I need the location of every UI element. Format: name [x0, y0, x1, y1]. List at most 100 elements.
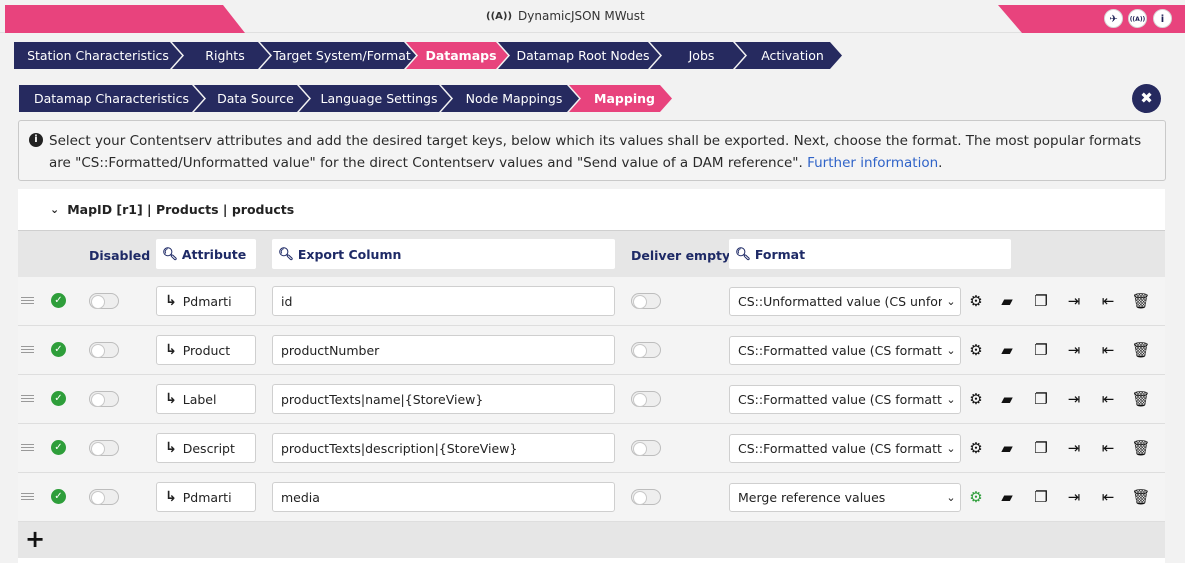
- format-select[interactable]: Merge reference values ⌄: [729, 483, 961, 512]
- attribute-field[interactable]: ↳ Descript: [156, 433, 256, 463]
- attribute-field[interactable]: ↳ Pdmarti: [156, 286, 256, 316]
- format-select[interactable]: CS::Formatted value (CS formatted) ⌄: [729, 385, 961, 414]
- export-icon[interactable]: ⇥: [1064, 439, 1084, 457]
- import-icon[interactable]: ⇤: [1098, 292, 1118, 310]
- further-information-link[interactable]: Further information: [807, 155, 938, 171]
- deliver-empty-toggle[interactable]: [631, 342, 661, 358]
- format-select[interactable]: CS::Unformatted value (CS unformatted) ⌄: [729, 287, 961, 316]
- format-select[interactable]: CS::Formatted value (CS formatted) ⌄: [729, 434, 961, 463]
- col-format[interactable]: 🔍︎ Format: [729, 239, 1011, 269]
- gear-icon[interactable]: ⚙: [966, 488, 986, 506]
- col-export-column[interactable]: 🔍︎ Export Column: [272, 239, 615, 269]
- trash-icon[interactable]: 🗑︎: [1131, 390, 1151, 408]
- gear-icon[interactable]: ⚙: [966, 292, 986, 310]
- note-icon[interactable]: ▰: [997, 341, 1017, 359]
- col-attribute[interactable]: 🔍︎ Attribute: [156, 239, 256, 269]
- export-icon[interactable]: ⇥: [1064, 390, 1084, 408]
- copy-icon[interactable]: ❐: [1031, 488, 1051, 506]
- gear-icon[interactable]: ⚙: [966, 341, 986, 359]
- copy-icon[interactable]: ❐: [1031, 292, 1051, 310]
- trash-icon[interactable]: 🗑︎: [1131, 488, 1151, 506]
- table-header: Disabled 🔍︎ Attribute 🔍︎ Export Column D…: [18, 231, 1165, 277]
- drag-handle-icon[interactable]: [21, 395, 34, 402]
- export-column-input[interactable]: media: [272, 482, 615, 512]
- deliver-empty-toggle[interactable]: [631, 293, 661, 309]
- tab-rights[interactable]: Rights: [172, 42, 270, 69]
- import-icon[interactable]: ⇤: [1098, 390, 1118, 408]
- table-row: ✓ ↳ Pdmarti media Merge reference values…: [18, 473, 1165, 522]
- subtab-datamap-characteristics[interactable]: Datamap Characteristics: [19, 85, 204, 112]
- tab-datamap-root-nodes[interactable]: Datamap Root Nodes: [498, 42, 660, 69]
- table-row: ✓ ↳ Label productTexts|name|{StoreView} …: [18, 375, 1165, 424]
- tab-activation[interactable]: Activation: [735, 42, 842, 69]
- subtab-language-settings[interactable]: Language Settings: [299, 85, 451, 112]
- deliver-empty-toggle[interactable]: [631, 440, 661, 456]
- drag-handle-icon[interactable]: [21, 297, 34, 304]
- mapid-header[interactable]: ⌄ MapID [r1] | Products | products: [50, 202, 294, 217]
- col-deliver-empty: Deliver empty: [631, 247, 731, 263]
- attribute-field[interactable]: ↳ Pdmarti: [156, 482, 256, 512]
- trash-icon[interactable]: 🗑︎: [1131, 341, 1151, 359]
- check-circle-icon: ✓: [51, 342, 66, 357]
- plane-icon[interactable]: ✈: [1104, 9, 1123, 28]
- attribute-value: Label: [182, 391, 217, 407]
- gear-icon[interactable]: ⚙: [966, 390, 986, 408]
- table-row: ✓ ↳ Product productNumber CS::Formatted …: [18, 326, 1165, 375]
- broadcast-icon[interactable]: ((A)): [1128, 9, 1147, 28]
- chevron-down-icon: ⌄: [946, 295, 956, 308]
- export-column-input[interactable]: productNumber: [272, 335, 615, 365]
- copy-icon[interactable]: ❐: [1031, 341, 1051, 359]
- drag-handle-icon[interactable]: [21, 346, 34, 353]
- subtab-node-mappings[interactable]: Node Mappings: [441, 85, 579, 112]
- main-tab-bar: Station Characteristics Rights Target Syst…: [14, 42, 832, 69]
- window-title-text: DynamicJSON MWust: [518, 9, 645, 23]
- gear-icon[interactable]: ⚙: [966, 439, 986, 457]
- export-column-input[interactable]: id: [272, 286, 615, 316]
- tab-station-characteristics[interactable]: Station Characteristics: [14, 42, 182, 69]
- disabled-toggle[interactable]: [89, 489, 119, 505]
- disabled-toggle[interactable]: [89, 391, 119, 407]
- disabled-toggle[interactable]: [89, 293, 119, 309]
- drag-handle-icon[interactable]: [21, 493, 34, 500]
- note-icon[interactable]: ▰: [997, 390, 1017, 408]
- table-row: ✓ ↳ Pdmarti id CS::Unformatted value (CS…: [18, 277, 1165, 326]
- info-icon[interactable]: i: [1153, 9, 1172, 28]
- export-icon[interactable]: ⇥: [1064, 341, 1084, 359]
- add-row-bar: +: [18, 522, 1165, 558]
- disabled-toggle[interactable]: [89, 440, 119, 456]
- import-icon[interactable]: ⇤: [1098, 439, 1118, 457]
- trash-icon[interactable]: 🗑︎: [1131, 292, 1151, 310]
- subtab-mapping[interactable]: Mapping: [569, 85, 672, 112]
- deliver-empty-toggle[interactable]: [631, 489, 661, 505]
- import-icon[interactable]: ⇤: [1098, 341, 1118, 359]
- trash-icon[interactable]: 🗑︎: [1131, 439, 1151, 457]
- import-icon[interactable]: ⇤: [1098, 488, 1118, 506]
- export-icon[interactable]: ⇥: [1064, 488, 1084, 506]
- arrow-turn-icon: ↳: [165, 489, 177, 505]
- copy-icon[interactable]: ❐: [1031, 390, 1051, 408]
- col-export-column-label: Export Column: [297, 246, 402, 262]
- tab-target-system-format[interactable]: Target System/Format: [260, 42, 416, 69]
- tab-datamaps[interactable]: Datamaps: [406, 42, 508, 69]
- format-select[interactable]: CS::Formatted value (CS formatted) ⌄: [729, 336, 961, 365]
- export-column-input[interactable]: productTexts|description|{StoreView}: [272, 433, 615, 463]
- chevron-down-icon[interactable]: ⌄: [50, 203, 59, 216]
- arrow-turn-icon: ↳: [165, 342, 177, 358]
- export-icon[interactable]: ⇥: [1064, 292, 1084, 310]
- close-button[interactable]: ✖: [1132, 84, 1161, 113]
- copy-icon[interactable]: ❐: [1031, 439, 1051, 457]
- attribute-field[interactable]: ↳ Product: [156, 335, 256, 365]
- deliver-empty-toggle[interactable]: [631, 391, 661, 407]
- note-icon[interactable]: ▰: [997, 292, 1017, 310]
- note-icon[interactable]: ▰: [997, 488, 1017, 506]
- note-icon[interactable]: ▰: [997, 439, 1017, 457]
- attribute-field[interactable]: ↳ Label: [156, 384, 256, 414]
- disabled-toggle[interactable]: [89, 342, 119, 358]
- chevron-down-icon: ⌄: [946, 393, 956, 406]
- arrow-turn-icon: ↳: [165, 391, 177, 407]
- drag-handle-icon[interactable]: [21, 444, 34, 451]
- add-row-button[interactable]: +: [25, 526, 45, 552]
- subtab-data-source[interactable]: Data Source: [194, 85, 309, 112]
- export-column-input[interactable]: productTexts|name|{StoreView}: [272, 384, 615, 414]
- tab-jobs[interactable]: Jobs: [650, 42, 745, 69]
